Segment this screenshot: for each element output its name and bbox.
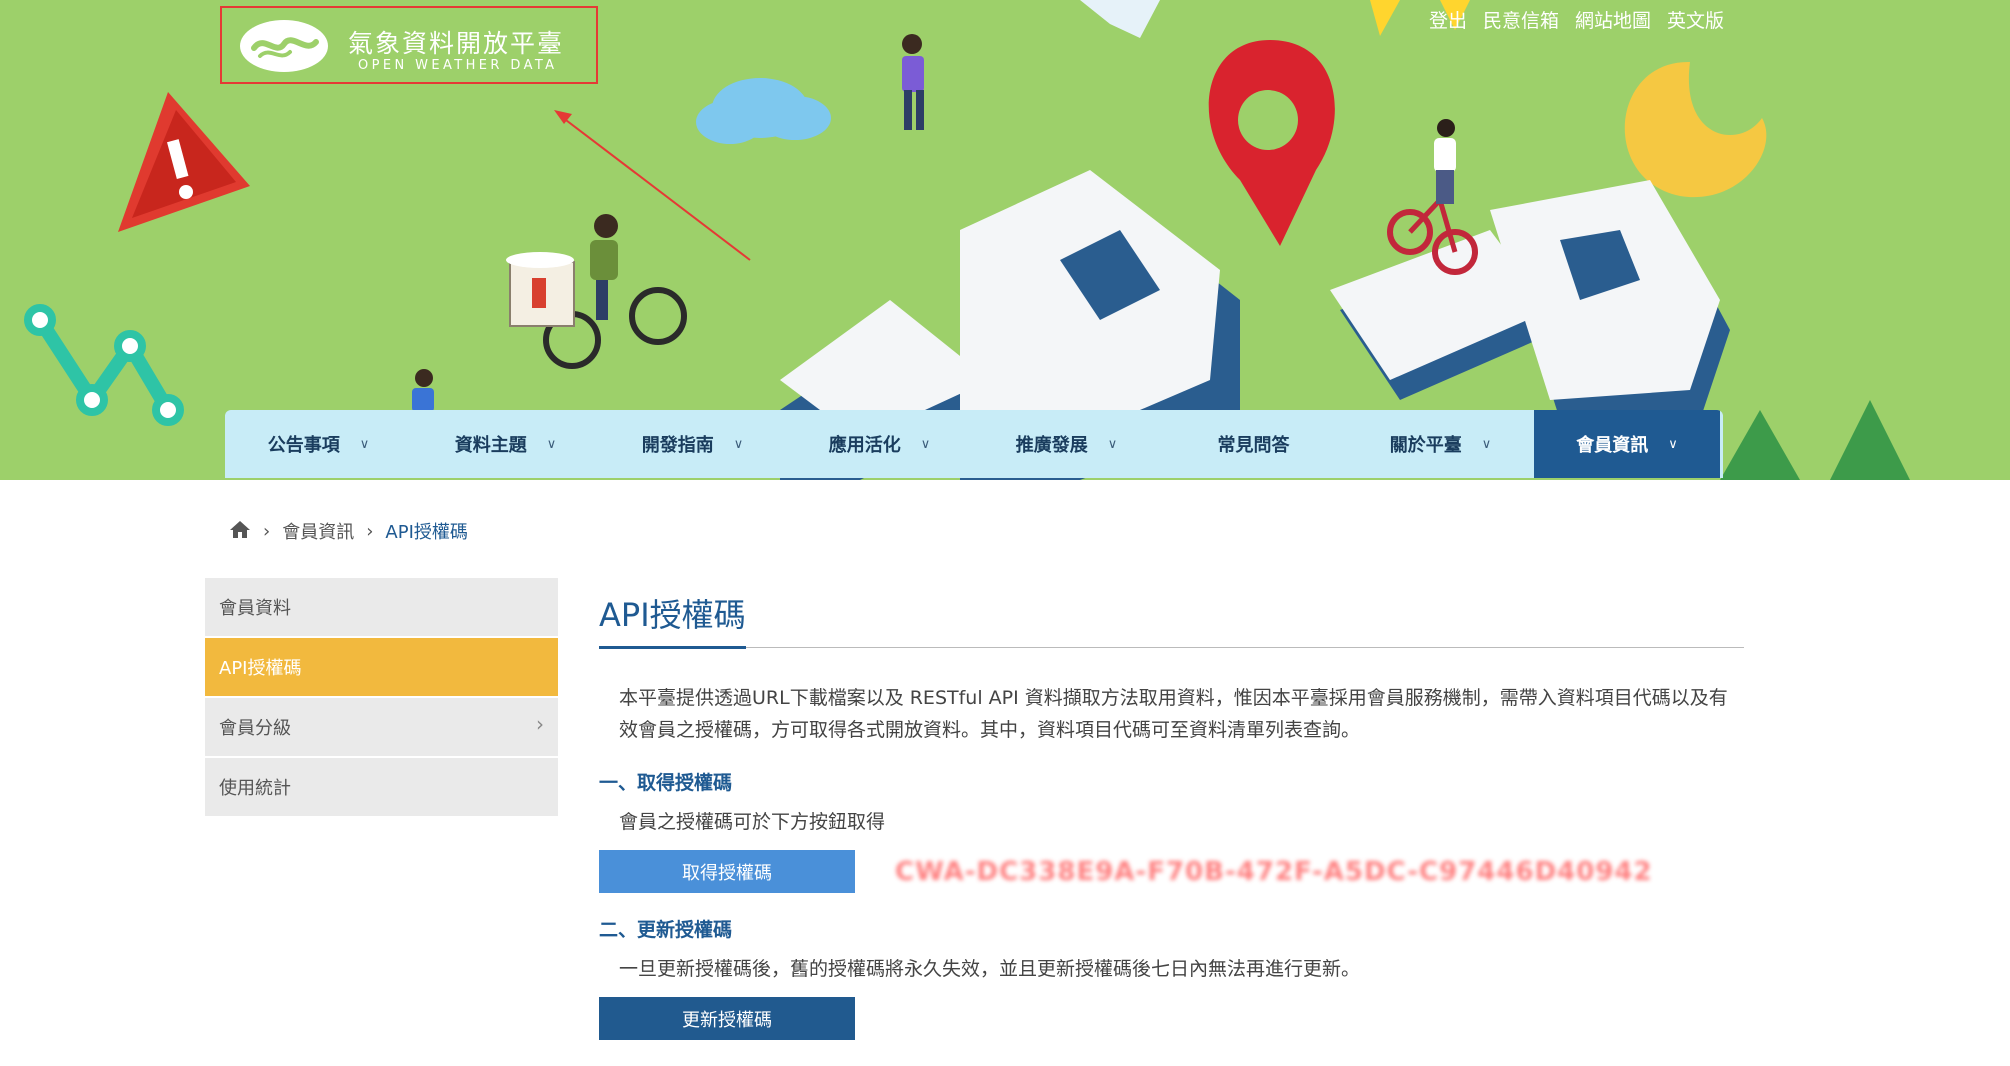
breadcrumb-member-info[interactable]: 會員資訊 bbox=[282, 518, 354, 544]
site-title: 氣象資料開放平臺 bbox=[348, 29, 565, 58]
breadcrumb-separator-icon: › bbox=[366, 520, 374, 542]
nav-about[interactable]: 關於平臺 ∨ bbox=[1347, 410, 1534, 478]
annotation-arrow bbox=[554, 110, 751, 261]
nav-label: 開發指南 bbox=[641, 435, 714, 456]
nav-dev-guide[interactable]: 開發指南 ∨ bbox=[599, 410, 786, 478]
nav-label: 推廣發展 bbox=[1015, 435, 1088, 456]
english-link[interactable]: 英文版 bbox=[1667, 6, 1724, 33]
chevron-down-icon: ∨ bbox=[733, 436, 744, 452]
sidebar-item-label: 會員資料 bbox=[219, 598, 291, 619]
person-figure bbox=[902, 34, 924, 130]
cwa-logo-icon bbox=[240, 20, 328, 72]
sidebar-item-member-profile[interactable]: 會員資料 bbox=[205, 578, 558, 636]
nav-label: 應用活化 bbox=[828, 435, 901, 456]
breadcrumb-separator-icon: › bbox=[263, 520, 271, 542]
section-renew-key-text: 一旦更新授權碼後，舊的授權碼將永久失效，並且更新授權碼後七日內無法再進行更新。 bbox=[619, 958, 1361, 980]
nav-label: 會員資訊 bbox=[1576, 435, 1649, 456]
sidebar-item-member-level[interactable]: 會員分級 › bbox=[205, 698, 558, 756]
sitemap-link[interactable]: 網站地圖 bbox=[1575, 6, 1651, 33]
chevron-down-icon: ∨ bbox=[1481, 436, 1492, 452]
sidebar-item-api-key[interactable]: API授權碼 bbox=[205, 638, 558, 696]
section-get-key-text: 會員之授權碼可於下方按鈕取得 bbox=[619, 811, 886, 833]
breadcrumb-current: API授權碼 bbox=[385, 522, 468, 543]
get-key-button[interactable]: 取得授權碼 bbox=[599, 850, 855, 893]
logo-highlight-box[interactable]: 氣象資料開放平臺 OPEN WEATHER DATA bbox=[220, 6, 598, 84]
map-pin-icon bbox=[1208, 40, 1335, 246]
chevron-right-icon: › bbox=[536, 712, 544, 736]
nav-label: 資料主題 bbox=[454, 435, 527, 456]
nav-member-info[interactable]: 會員資訊 ∨ bbox=[1534, 410, 1720, 478]
feedback-link[interactable]: 民意信箱 bbox=[1483, 6, 1559, 33]
sidebar-item-usage-stats[interactable]: 使用統計 bbox=[205, 758, 558, 816]
renew-key-button[interactable]: 更新授權碼 bbox=[599, 997, 855, 1040]
site-subtitle: OPEN WEATHER DATA bbox=[358, 58, 558, 73]
chevron-down-icon: ∨ bbox=[1107, 436, 1118, 452]
nav-applications[interactable]: 應用活化 ∨ bbox=[786, 410, 973, 478]
title-divider bbox=[599, 647, 1744, 648]
hero-banner: 氣象資料開放平臺 OPEN WEATHER DATA 登出 民意信箱 網站地圖 … bbox=[0, 0, 2010, 480]
nav-faq[interactable]: 常見問答 bbox=[1160, 410, 1347, 478]
logout-link[interactable]: 登出 bbox=[1429, 6, 1467, 33]
nav-label: 關於平臺 bbox=[1389, 435, 1462, 456]
main-nav: 公告事項 ∨ 資料主題 ∨ 開發指南 ∨ 應用活化 ∨ 推廣發展 ∨ 常見問答 … bbox=[225, 410, 1723, 478]
sidebar-item-label: 使用統計 bbox=[219, 778, 291, 799]
nav-label: 常見問答 bbox=[1217, 435, 1290, 456]
chevron-down-icon: ∨ bbox=[1668, 436, 1678, 452]
section-get-key-heading: 一、取得授權碼 bbox=[599, 772, 733, 794]
chevron-down-icon: ∨ bbox=[920, 436, 931, 452]
get-key-row: 取得授權碼 CWA-DC338E9A-F70B-472F-A5DC-C97446… bbox=[599, 850, 1744, 893]
warning-sign-icon bbox=[118, 92, 250, 232]
breadcrumb: › 會員資訊 › API授權碼 bbox=[229, 518, 468, 544]
page-title: API授權碼 bbox=[599, 590, 746, 649]
home-icon[interactable] bbox=[229, 519, 251, 544]
nav-promotion[interactable]: 推廣發展 ∨ bbox=[973, 410, 1160, 478]
nav-announcements[interactable]: 公告事項 ∨ bbox=[225, 410, 412, 478]
api-key-value: CWA-DC338E9A-F70B-472F-A5DC-C97446D40942 bbox=[895, 856, 1653, 887]
kid-figure bbox=[412, 369, 434, 412]
utility-links: 登出 民意信箱 網站地圖 英文版 bbox=[1429, 6, 1724, 33]
sidebar: 會員資料 API授權碼 會員分級 › 使用統計 bbox=[205, 578, 558, 818]
nav-label: 公告事項 bbox=[267, 435, 340, 456]
nav-data-topics[interactable]: 資料主題 ∨ bbox=[412, 410, 599, 478]
chevron-down-icon: ∨ bbox=[546, 436, 557, 452]
sidebar-item-label: API授權碼 bbox=[219, 658, 302, 679]
main-content: API授權碼 本平臺提供透過URL下載檔案以及 RESTful API 資料擷取… bbox=[599, 590, 1744, 1040]
chevron-down-icon: ∨ bbox=[359, 436, 370, 452]
intro-text: 本平臺提供透過URL下載檔案以及 RESTful API 資料擷取方法取用資料，… bbox=[619, 687, 1728, 741]
section-renew-key-heading: 二、更新授權碼 bbox=[599, 919, 733, 941]
sidebar-item-label: 會員分級 bbox=[219, 718, 291, 739]
